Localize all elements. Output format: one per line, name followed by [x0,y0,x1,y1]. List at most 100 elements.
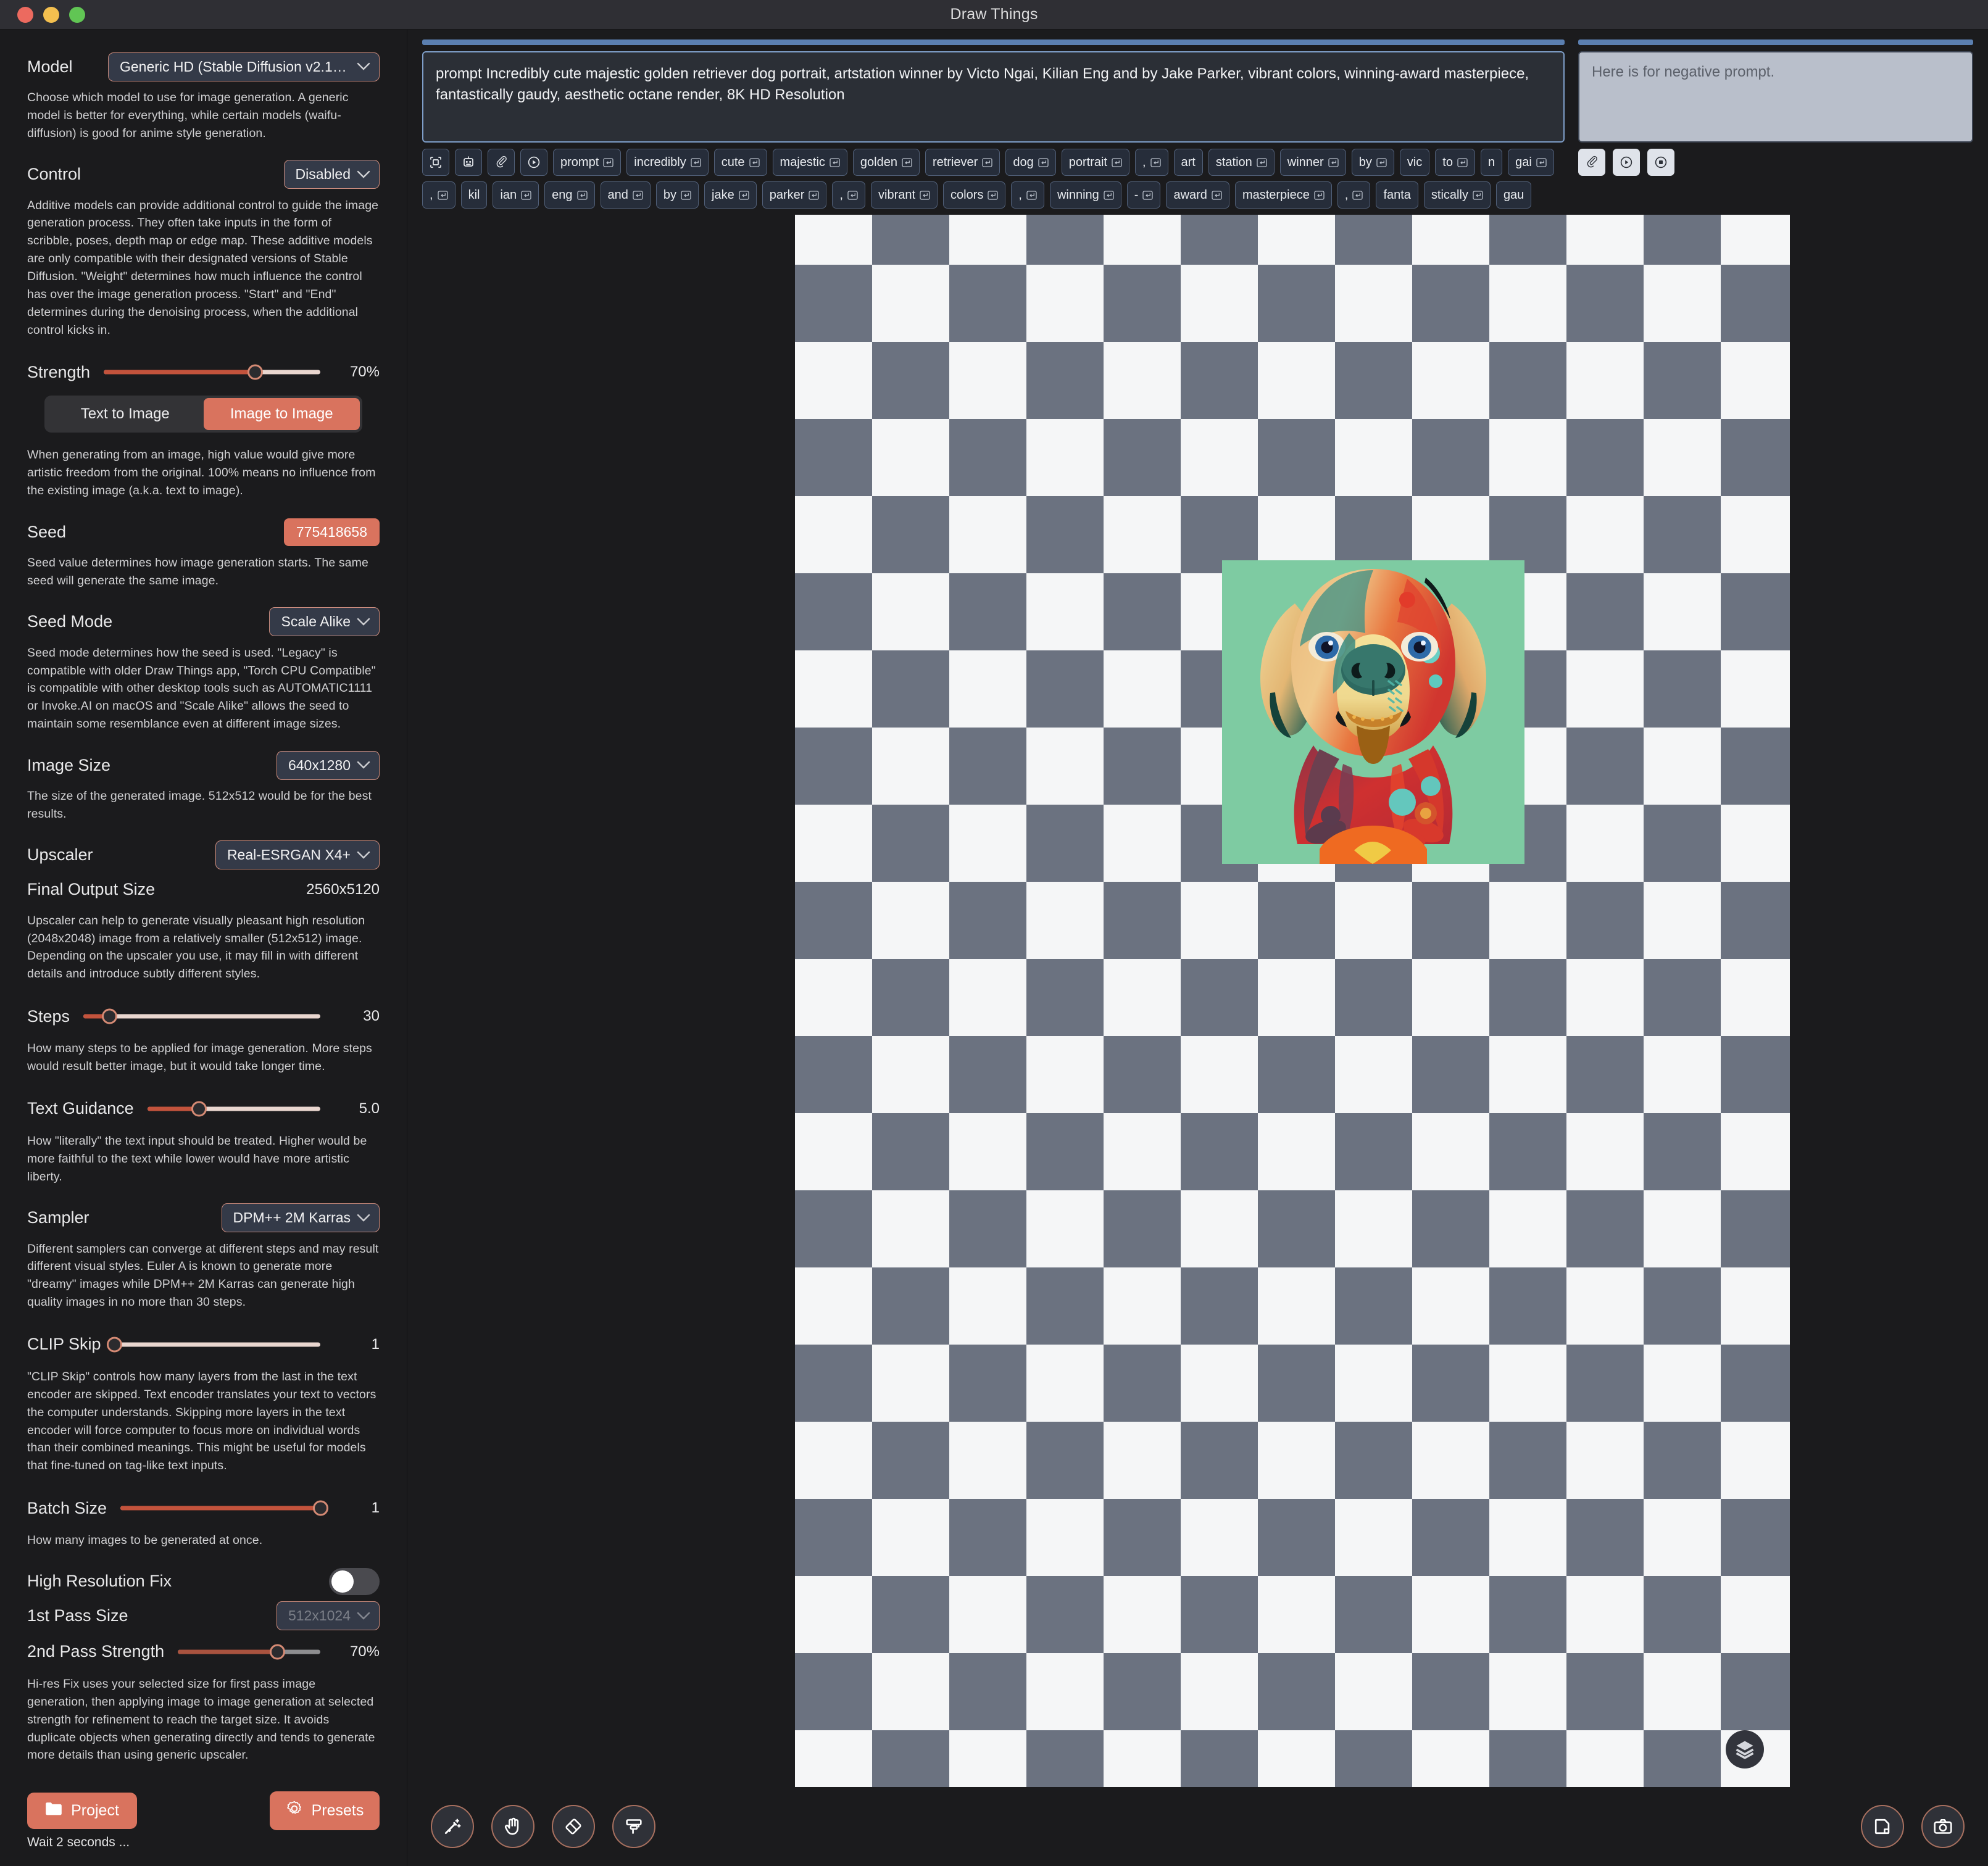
high-resolution-fix-toggle[interactable] [329,1567,380,1595]
token-chip[interactable]: cute [713,149,767,176]
layers-icon[interactable] [1726,1730,1764,1769]
sampler-description: Different samplers can converge at diffe… [27,1242,379,1309]
model-row: Model Generic HD (Stable Diffusion v2.1 … [27,51,380,83]
model-dropdown[interactable]: Generic HD (Stable Diffusion v2.1 76 ... [108,52,380,81]
token-chip[interactable]: eng [544,181,595,209]
token-chip[interactable]: incredibly [626,149,709,176]
play-circle-icon[interactable] [520,149,547,176]
negative-prompt-input[interactable]: Here is for negative prompt. [1578,51,1973,143]
project-button[interactable]: Project [27,1793,137,1829]
sampler-dropdown[interactable]: DPM++ 2M Karras [221,1203,380,1232]
token-chip[interactable]: portrait [1061,149,1129,176]
canvas-checkerboard[interactable] [795,215,1790,1787]
image-size-dropdown[interactable]: 640x1280 [276,750,380,780]
token-chip[interactable]: masterpiece [1234,181,1332,209]
paperclip-icon[interactable] [488,149,515,176]
canvas-toolbar [407,1787,1988,1866]
paperclip-icon[interactable] [1578,149,1605,176]
magic-wand-icon[interactable] [431,1805,474,1848]
token-chip[interactable]: parker [762,181,827,209]
token-chip[interactable]: n [1480,149,1503,176]
token-chip[interactable]: vic [1399,149,1430,176]
upscaler-dropdown[interactable]: Real-ESRGAN X4+ [215,840,380,870]
token-label: , [1018,188,1022,202]
second-pass-strength-slider[interactable] [178,1644,320,1660]
token-chip[interactable]: colors [943,181,1006,209]
slider-fill [120,1506,320,1511]
steps-slider[interactable] [83,1008,320,1024]
token-chip[interactable]: gai [1508,149,1554,176]
slider-knob[interactable] [191,1101,207,1117]
stop-circle-icon[interactable] [1647,149,1674,176]
slider-knob[interactable] [247,364,264,380]
note-icon[interactable] [1861,1805,1904,1848]
robot-icon[interactable] [455,149,482,176]
seed-mode-dropdown[interactable]: Scale Alike [269,607,380,637]
token-chip[interactable]: gau [1495,181,1532,209]
hand-icon[interactable] [491,1805,534,1848]
selection-icon[interactable] [422,149,449,176]
token-chip[interactable]: by [1351,149,1394,176]
token-chip[interactable]: , [422,181,455,209]
token-row: , kil ian eng and by jake parker, vibrant colors,… [422,181,1565,209]
token-chip[interactable]: and [600,181,651,209]
token-chip[interactable]: vibrant [871,181,938,209]
token-chip[interactable]: ian [493,181,539,209]
token-chip[interactable]: by [655,181,699,209]
control-row: Control Disabled [27,159,380,191]
prompt-input[interactable]: prompt Incredibly cute majestic golden r… [422,51,1565,143]
slider-knob[interactable] [312,1500,328,1516]
slider-knob[interactable] [101,1008,117,1024]
token-label: n [1487,155,1495,169]
return-key-icon [847,190,858,200]
slider-knob[interactable] [270,1644,286,1660]
high-resolution-fix-row: High Resolution Fix [27,1565,380,1598]
clip-skip-slider[interactable] [107,1337,320,1353]
token-chip[interactable]: fanta [1376,181,1418,209]
token-chip[interactable]: award [1166,181,1229,209]
token-chip[interactable]: kil [460,181,488,209]
strength-slider-row: Strength 70% [27,355,380,389]
token-chip[interactable]: - [1126,181,1161,209]
token-chip[interactable]: dog [1005,149,1056,176]
canvas-area[interactable] [407,215,1988,1787]
strength-slider[interactable] [104,364,320,380]
play-circle-icon[interactable] [1613,149,1640,176]
token-chip[interactable]: jake [704,181,757,209]
token-chip[interactable]: winner [1279,149,1346,176]
positive-prompt-column: prompt Incredibly cute majestic golden r… [422,39,1565,143]
token-chip[interactable]: stically [1423,181,1491,209]
token-chip-rows: prompt incredibly cute majestic golden retrie… [422,149,1565,209]
settings-scroll-area[interactable]: Model Generic HD (Stable Diffusion v2.1 … [0,30,407,1779]
token-label: station [1215,155,1252,169]
eraser-icon[interactable] [552,1805,595,1848]
token-chip[interactable]: golden [852,149,920,176]
camera-icon[interactable] [1921,1805,1965,1848]
first-pass-size-dropdown[interactable]: 512x1024 [276,1601,380,1631]
batch-size-slider[interactable] [120,1500,328,1516]
token-label: art [1181,155,1196,169]
token-chip[interactable]: prompt [553,149,622,176]
text-guidance-slider[interactable] [147,1101,320,1117]
token-chip[interactable]: , [1011,181,1044,209]
token-chip[interactable]: majestic [772,149,847,176]
token-chip[interactable]: retriever [925,149,1000,176]
token-chip[interactable]: , [1134,149,1168,176]
token-chip[interactable]: , [832,181,865,209]
token-chip[interactable]: station [1208,149,1275,176]
paint-brush-icon[interactable] [612,1805,655,1848]
token-label: masterpiece [1242,188,1310,202]
image-to-image-tab[interactable]: Image to Image [203,398,360,431]
seed-value[interactable]: 775418658 [283,518,380,546]
token-chip[interactable]: , [1337,181,1371,209]
token-label: , [839,188,843,202]
control-dropdown[interactable]: Disabled [283,160,380,189]
presets-button[interactable]: Presets [270,1791,380,1830]
steps-slider-row: Steps 30 [27,999,380,1034]
token-chip[interactable]: winning [1049,181,1121,209]
token-chip[interactable]: art [1173,149,1203,176]
generated-image[interactable] [1222,560,1524,864]
text-to-image-tab[interactable]: Text to Image [47,398,204,430]
slider-knob[interactable] [107,1337,123,1353]
token-chip[interactable]: to [1435,149,1475,176]
